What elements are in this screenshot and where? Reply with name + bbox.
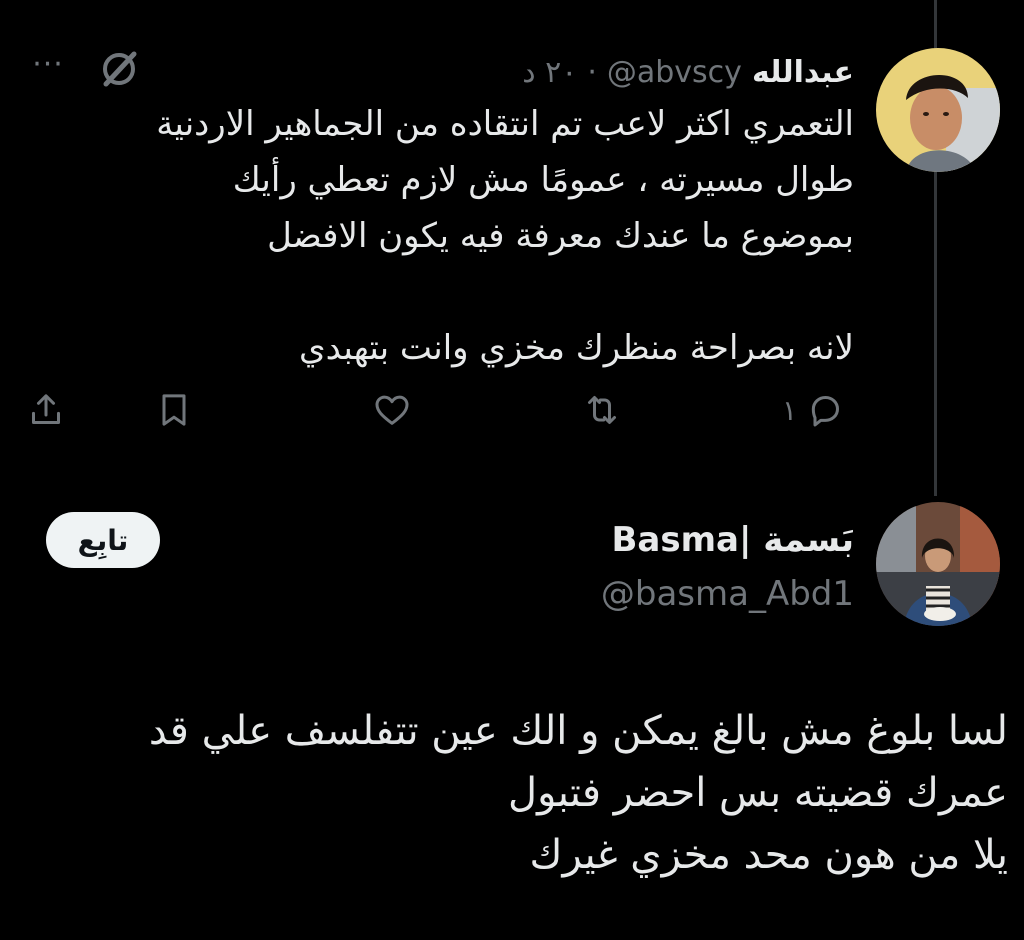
tweet-text-line: بموضوع ما عندك معرفة فيه يكون الافضل xyxy=(267,216,854,256)
tweet-text-line: لانه بصراحة منظرك مخزي وانت بتهبدي xyxy=(298,328,854,368)
tweet-text-line: لسا بلوغ مش بالغ يمكن و الك عين تتفلسف ع… xyxy=(148,708,1008,754)
tweet-text: لسا بلوغ مش بالغ يمكن و الك عين تتفلسف ع… xyxy=(28,700,1008,886)
share-button[interactable] xyxy=(26,385,66,435)
share-icon xyxy=(32,394,60,424)
follow-button[interactable]: تابِع xyxy=(46,512,160,568)
retweet-icon xyxy=(588,396,616,424)
bookmark-button[interactable] xyxy=(154,385,194,435)
avatar[interactable] xyxy=(876,48,1000,172)
reply-button[interactable]: ١ xyxy=(782,385,845,435)
more-options-icon[interactable]: ··· xyxy=(26,48,70,88)
author-handle[interactable]: @basma_Abd1 xyxy=(601,574,854,614)
tweet-text-line: طوال مسيرته ، عمومًا مش لازم تعطي رأيك xyxy=(232,160,854,200)
author-name[interactable]: عبدالله xyxy=(752,55,854,90)
tweet-text-line: عمرك قضيته بس احضر فتبول xyxy=(508,770,1008,816)
tweet-text: التعمري اكثر لاعب تم انتقاده من الجماهير… xyxy=(54,96,854,376)
author-handle[interactable]: @abvscy xyxy=(607,55,742,90)
avatar[interactable] xyxy=(876,502,1000,626)
separator-dot: · xyxy=(587,54,597,90)
retweet-button[interactable] xyxy=(582,385,622,435)
tweet-text-line: يلا من هون محد مخزي غيرك xyxy=(529,832,1008,878)
grok-icon[interactable] xyxy=(98,48,140,90)
tweet-header: عبدالله @abvscy · ٢٠ د xyxy=(522,52,854,92)
like-icon xyxy=(375,395,409,425)
tweet-timestamp[interactable]: ٢٠ د xyxy=(522,55,577,90)
tweet-text-line: التعمري اكثر لاعب تم انتقاده من الجماهير… xyxy=(156,104,854,144)
bookmark-icon xyxy=(162,394,186,426)
author-name[interactable]: Basma| بَسمة xyxy=(611,520,854,560)
reply-icon xyxy=(811,396,840,427)
tweet-action-bar: ١ xyxy=(20,385,860,435)
like-button[interactable] xyxy=(372,385,412,435)
reply-count: ١ xyxy=(782,393,798,427)
tweet-text-line xyxy=(54,264,854,320)
